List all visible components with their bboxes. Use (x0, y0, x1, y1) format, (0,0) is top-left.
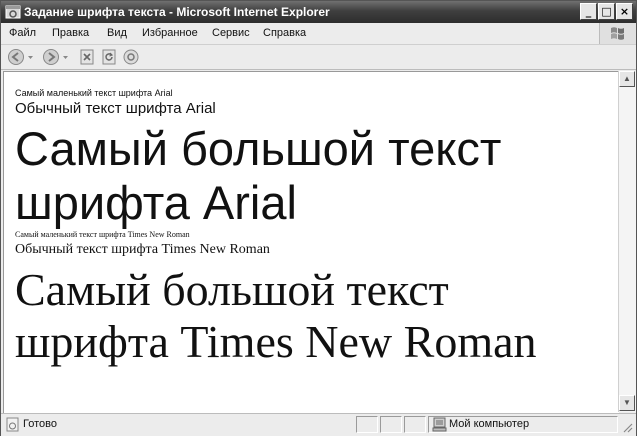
window-title: Задание шрифта текста - Microsoft Intern… (24, 5, 330, 19)
forward-icon[interactable] (42, 48, 60, 66)
stop-icon[interactable] (78, 48, 96, 66)
normal-arial-text: Обычный текст шрифта Arial (15, 100, 216, 117)
menu-tools[interactable]: Сервис (212, 27, 250, 39)
menu-bar: Файл Правка Вид Избранное Сервис Справка (1, 23, 636, 45)
maximize-button[interactable]: □ (598, 3, 615, 20)
largest-arial-text-line-1: Самый большой текст (15, 122, 502, 175)
back-dropdown-icon[interactable] (26, 48, 35, 66)
security-zone-label: Мой компьютер (449, 418, 530, 430)
smallest-arial-text: Самый маленький текст шрифта Arial (15, 88, 173, 98)
menu-help[interactable]: Справка (263, 27, 306, 39)
vertical-scrollbar[interactable]: ▲ ▼ (618, 71, 636, 412)
menu-edit[interactable]: Правка (52, 27, 89, 39)
my-computer-icon (432, 417, 447, 432)
back-icon[interactable] (7, 48, 25, 66)
title-bar[interactable]: Задание шрифта текста - Microsoft Intern… (1, 1, 636, 23)
largest-times-text-line-2: шрифта Times New Roman (15, 316, 537, 367)
refresh-icon[interactable] (100, 48, 118, 66)
toolbar (1, 45, 636, 70)
smallest-times-text: Самый маленький текст шрифта Times New R… (15, 230, 190, 239)
status-pane (380, 416, 402, 433)
menu-favorites[interactable]: Избранное (142, 27, 198, 39)
internet-explorer-icon (5, 5, 21, 19)
scroll-up-button[interactable]: ▲ (619, 71, 635, 87)
status-text: Готово (23, 418, 57, 430)
menu-view[interactable]: Вид (107, 27, 127, 39)
status-pane (356, 416, 378, 433)
resize-grip-icon[interactable] (621, 421, 633, 433)
normal-times-text: Обычный текст шрифта Times New Roman (15, 242, 270, 257)
windows-logo-icon (599, 23, 636, 44)
forward-dropdown-icon[interactable] (61, 48, 70, 66)
page-content: Самый маленький текст шрифта Arial Обычн… (3, 71, 619, 413)
largest-times-text-line-1: Самый большой текст (15, 264, 449, 315)
status-bar: Готово Мой компьютер (1, 413, 636, 436)
close-button[interactable]: × (616, 3, 633, 20)
scroll-down-button[interactable]: ▼ (619, 395, 635, 411)
minimize-button[interactable]: _ (580, 3, 597, 20)
home-icon[interactable] (122, 48, 140, 66)
largest-arial-text-line-2: шрифта Arial (15, 176, 297, 229)
browser-window: Задание шрифта текста - Microsoft Intern… (0, 0, 637, 436)
page-icon (6, 417, 19, 432)
menu-file[interactable]: Файл (9, 27, 36, 39)
status-pane (404, 416, 426, 433)
